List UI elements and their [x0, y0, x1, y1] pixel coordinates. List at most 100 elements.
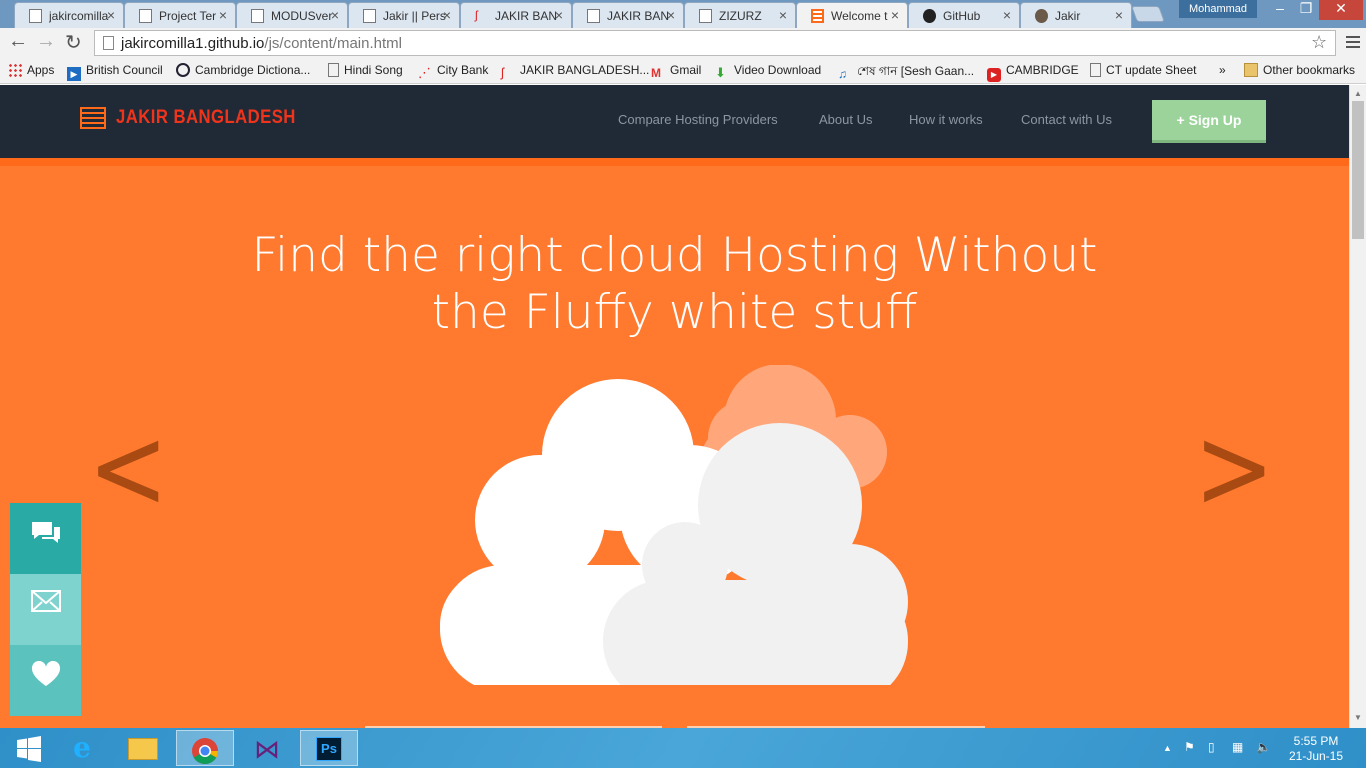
- url-host: jakircomilla1.github.io: [121, 35, 265, 52]
- close-tab-icon[interactable]: ×: [331, 7, 339, 23]
- back-icon[interactable]: ←: [8, 30, 28, 53]
- website-viewport: JAKIR BANGLADESH Compare Hosting Provide…: [0, 85, 1349, 728]
- youtube-icon: ▶: [987, 68, 1001, 82]
- play-icon: ▶: [67, 67, 81, 81]
- bookmark-item[interactable]: ⬇ Video Download: [715, 63, 821, 80]
- hero-heading: Find the right cloud Hosting Without the…: [0, 227, 1349, 341]
- close-window-icon[interactable]: ✕: [1319, 0, 1363, 20]
- heart-button[interactable]: [10, 645, 81, 716]
- bookmark-item[interactable]: ⋰ City Bank: [418, 63, 488, 80]
- bookmark-item[interactable]: Apps: [8, 63, 54, 77]
- nav-how-it-works[interactable]: How it works: [909, 112, 983, 127]
- browser-tab[interactable]: jakircomilla ×: [14, 2, 124, 28]
- bookmarks-bar: Apps ▶ British Council Cambridge Dictiona…: [0, 58, 1366, 84]
- internet-explorer-icon[interactable]: e: [53, 730, 111, 766]
- sign-up-button[interactable]: + Sign Up: [1152, 100, 1266, 143]
- heart-icon: [31, 660, 60, 686]
- mail-button[interactable]: [10, 574, 81, 645]
- taskbar-clock[interactable]: 5:55 PM 21-Jun-15: [1284, 734, 1348, 764]
- mail-icon: [30, 590, 61, 612]
- chrome-taskbar-icon[interactable]: [176, 730, 234, 766]
- browser-tab[interactable]: Project Ter ×: [124, 2, 236, 28]
- music-icon: ♫: [838, 67, 847, 81]
- scroll-up-icon[interactable]: ▲: [1354, 89, 1362, 98]
- cambridge-icon: [176, 63, 190, 77]
- page-icon: [29, 9, 42, 23]
- browser-menu-icon[interactable]: [1346, 36, 1360, 51]
- clock-time: 5:55 PM: [1293, 734, 1339, 748]
- reload-icon[interactable]: ↻: [65, 30, 82, 55]
- page-scrollbar[interactable]: ▲ ▼: [1349, 85, 1366, 728]
- nav-contact[interactable]: Contact with Us: [1021, 112, 1112, 127]
- volume-icon[interactable]: 🔈: [1256, 740, 1271, 754]
- windows-taskbar: e ⋈ Ps ▲ ⚑ ▯ ▦ 🔈 5:55 PM 21-Jun-15: [0, 728, 1366, 768]
- bookmark-item[interactable]: Hindi Song: [328, 63, 403, 77]
- jakir-icon: ʃ: [501, 65, 504, 80]
- jakir-icon: ʃ: [475, 8, 478, 22]
- bookmark-item[interactable]: Cambridge Dictiona...: [176, 63, 310, 77]
- visual-studio-icon[interactable]: ⋈: [238, 730, 296, 766]
- logo-icon[interactable]: [80, 107, 106, 129]
- browser-tab-active[interactable]: Welcome t ×: [796, 2, 908, 28]
- address-bar[interactable]: jakircomilla1.github.io/js/content/main.…: [94, 30, 1336, 56]
- bookmark-item[interactable]: M Gmail: [651, 63, 701, 80]
- file-explorer-icon[interactable]: [114, 730, 172, 766]
- browser-tab[interactable]: ʃ JAKIR BAN ×: [460, 2, 572, 28]
- browser-tab[interactable]: Jakir ×: [1020, 2, 1132, 28]
- close-tab-icon[interactable]: ×: [219, 7, 227, 23]
- avatar-icon: [1035, 9, 1048, 23]
- close-tab-icon[interactable]: ×: [1003, 7, 1011, 23]
- close-tab-icon[interactable]: ×: [1115, 7, 1123, 23]
- cloud-illustration: [440, 365, 908, 685]
- new-tab-button[interactable]: [1131, 6, 1165, 22]
- browser-tab[interactable]: GitHub ×: [908, 2, 1020, 28]
- bookmark-star-icon[interactable]: ☆: [1311, 32, 1327, 53]
- scroll-down-icon[interactable]: ▼: [1354, 713, 1362, 722]
- action-center-icon[interactable]: ⚑: [1184, 740, 1195, 754]
- brand-name[interactable]: JAKIR BANGLADESH: [116, 107, 296, 129]
- clock-date: 21-Jun-15: [1288, 749, 1344, 763]
- chat-button[interactable]: [10, 503, 81, 574]
- bookmark-item[interactable]: ▶ CAMBRIDGE: [987, 63, 1079, 82]
- hero-line-1: Find the right cloud Hosting Without: [251, 228, 1098, 283]
- carousel-next-arrow[interactable]: >: [1194, 410, 1274, 525]
- nav-about-us[interactable]: About Us: [819, 112, 872, 127]
- windows-start-icon[interactable]: [0, 730, 58, 766]
- close-tab-icon[interactable]: ×: [555, 7, 563, 23]
- bookmark-item[interactable]: ʃ JAKIR BANGLADESH...: [501, 63, 649, 80]
- close-tab-icon[interactable]: ×: [667, 7, 675, 23]
- minimize-icon[interactable]: –: [1267, 0, 1293, 20]
- page-icon: [103, 36, 114, 50]
- other-bookmarks[interactable]: Other bookmarks: [1244, 63, 1355, 77]
- browser-tab[interactable]: ZIZURZ ×: [684, 2, 796, 28]
- nav-divider: [0, 158, 1349, 166]
- bookmarks-overflow-button[interactable]: »: [1219, 63, 1226, 77]
- url-path: /js/content/main.html: [264, 35, 402, 52]
- bookmark-item[interactable]: ♫ শেষ গান [Sesh Gaan...: [838, 63, 974, 83]
- power-icon[interactable]: ▯: [1208, 740, 1215, 754]
- carousel-prev-arrow[interactable]: <: [88, 410, 168, 525]
- close-tab-icon[interactable]: ×: [107, 7, 115, 23]
- browser-tab[interactable]: MODUSver ×: [236, 2, 348, 28]
- close-tab-icon[interactable]: ×: [779, 7, 787, 23]
- bookmark-item[interactable]: ▶ British Council: [67, 63, 163, 81]
- close-tab-icon[interactable]: ×: [891, 7, 899, 23]
- page-icon: [363, 9, 376, 23]
- browser-tab[interactable]: Jakir || Pers ×: [348, 2, 460, 28]
- page-icon: [1090, 63, 1101, 77]
- bookmark-item[interactable]: CT update Sheet: [1090, 63, 1197, 77]
- citybank-icon: ⋰: [418, 65, 431, 80]
- page-icon: [587, 9, 600, 23]
- download-icon: ⬇: [715, 65, 726, 80]
- apps-grid-icon: [8, 63, 22, 77]
- forward-icon[interactable]: →: [36, 30, 56, 53]
- close-tab-icon[interactable]: ×: [443, 7, 451, 23]
- tray-expand-icon[interactable]: ▲: [1163, 743, 1172, 753]
- network-icon[interactable]: ▦: [1232, 740, 1243, 754]
- photoshop-icon[interactable]: Ps: [300, 730, 358, 766]
- scroll-thumb[interactable]: [1352, 101, 1364, 239]
- nav-compare-hosting[interactable]: Compare Hosting Providers: [618, 112, 778, 127]
- maximize-icon[interactable]: ❐: [1293, 0, 1319, 20]
- browser-user-badge[interactable]: Mohammad: [1179, 0, 1257, 18]
- browser-tab[interactable]: JAKIR BAN ×: [572, 2, 684, 28]
